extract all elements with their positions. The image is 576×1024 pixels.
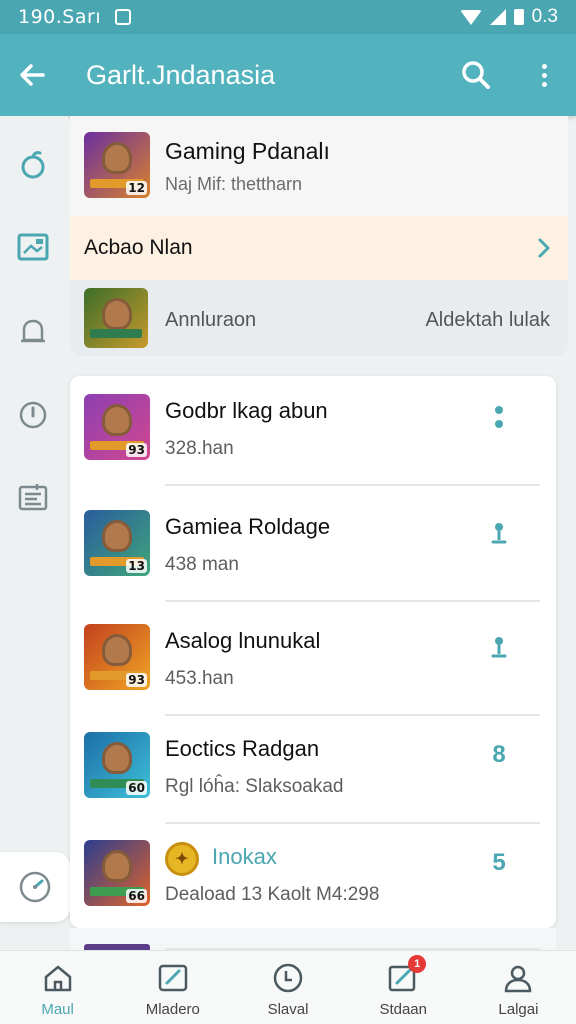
list-item-thumbnail: 13 — [84, 510, 150, 576]
annotation-right-label: Aldektah lulak — [425, 309, 550, 331]
list-item-thumbnail: 93 — [84, 394, 150, 460]
list-item[interactable]: 13 Gamiea Roldage 438 man — [70, 492, 556, 602]
annotation-label: Annluraon — [165, 309, 257, 331]
image-card-icon — [17, 233, 49, 261]
divider — [165, 484, 540, 486]
signal-icon — [489, 9, 506, 25]
pin-icon — [491, 523, 507, 544]
nav-item-home[interactable]: Maul — [0, 951, 115, 1024]
more-vert-icon — [541, 63, 547, 69]
list-item-thumbnail: 93 — [84, 624, 150, 690]
list-item[interactable]: 60 Eoctics Radgan Rgl lóĥa: Slaksoakad 8 — [70, 714, 556, 824]
status-right-text: 0.3 — [531, 6, 558, 27]
count-indicator[interactable]: 5 — [484, 848, 514, 878]
page-title: Garlt.Jndanasia — [86, 59, 276, 90]
back-button[interactable] — [0, 34, 64, 116]
nav-label: Slaval — [267, 1001, 309, 1018]
featured-title: Gaming Pdanalı — [165, 138, 330, 164]
status-bar: 190.Sarı 0.3 — [0, 0, 576, 34]
coin-icon: ✦ — [165, 842, 199, 876]
featured-row[interactable]: 12 Gaming Pdanalı Naj Mif: thettharn — [70, 116, 568, 216]
pin-button[interactable] — [484, 518, 514, 548]
featured-subtitle: Naj Mif: thettharn — [165, 174, 303, 194]
nav-item-edit[interactable]: Mladero — [115, 951, 230, 1024]
list-item-title[interactable]: Inokax — [212, 844, 277, 870]
featured-card: 12 Gaming Pdanalı Naj Mif: thettharn Acb… — [70, 116, 568, 356]
rail-item-bell[interactable] — [10, 308, 56, 354]
checklist-icon — [18, 484, 48, 511]
list-item-subtitle: Rgl lóĥa: Slaksoakad — [165, 776, 344, 797]
rail-item-clock[interactable] — [10, 392, 56, 438]
app-bar: Garlt.Jndanasia — [0, 34, 576, 116]
home-icon — [44, 965, 71, 992]
action-row[interactable]: Acbao Nlan — [70, 216, 568, 280]
rail-item-apple[interactable] — [10, 142, 56, 188]
list-item-title: Eoctics Radgan — [165, 736, 320, 761]
annotation-thumbnail — [84, 288, 148, 348]
battery-icon — [513, 9, 524, 25]
divider — [165, 600, 540, 602]
nav-label: Stdaan — [379, 1001, 427, 1018]
list-peek — [70, 928, 556, 950]
list-item-subtitle: Deaload 13 Kaolt M4:298 — [165, 884, 380, 905]
status-indicators: 0.3 — [459, 6, 558, 28]
game-list: 93 Godbr lkag abun 328.han 13 Gamiea Rol… — [70, 376, 556, 928]
featured-thumb-badge: 12 — [126, 181, 147, 195]
gauge-button[interactable] — [0, 852, 70, 922]
wifi-icon — [459, 9, 482, 25]
clock-icon — [19, 401, 47, 429]
apple-icon — [21, 151, 45, 179]
back-arrow-icon — [20, 64, 45, 86]
thumb-badge: 66 — [126, 889, 147, 903]
search-button[interactable] — [452, 51, 500, 99]
rail-item-checklist[interactable] — [10, 474, 56, 520]
count-indicator[interactable]: 8 — [484, 740, 514, 770]
bell-icon — [21, 319, 45, 343]
edit-square-icon — [158, 964, 188, 992]
list-item-thumbnail: 66 — [84, 840, 150, 906]
notification-badge: 1 — [408, 955, 427, 973]
nav-item-clock[interactable]: Slaval — [230, 951, 345, 1024]
search-icon — [462, 61, 490, 89]
action-row-label: Acbao Nlan — [84, 236, 193, 259]
side-rail — [0, 116, 68, 950]
thumb-badge: 13 — [126, 559, 147, 573]
annotation-row[interactable]: Annluraon Aldektah lulak — [70, 280, 568, 356]
status-time: 190.Sarı — [18, 6, 102, 28]
thumb-badge: 93 — [126, 673, 147, 687]
nav-item-profile[interactable]: Lalgai — [461, 951, 576, 1024]
list-item[interactable]: 93 Godbr lkag abun 328.han — [70, 376, 556, 486]
pin-button[interactable] — [484, 632, 514, 662]
nav-label: Mladero — [145, 1001, 200, 1018]
bottom-nav: Maul Mladero Slaval 1 Stdaan Lalgai — [0, 950, 576, 1024]
thumb-badge: 60 — [126, 781, 147, 795]
list-item[interactable]: 66 ✦ Inokax Deaload 13 Kaolt M4:298 5 — [70, 822, 556, 928]
list-item-thumbnail: 60 — [84, 732, 150, 798]
nav-item-compose[interactable]: 1 Stdaan — [346, 951, 461, 1024]
app-notification-icon — [115, 9, 132, 25]
list-item-title: Godbr lkag abun — [165, 398, 328, 423]
list-item-subtitle: 328.han — [165, 438, 234, 459]
list-item-title: Gamiea Roldage — [165, 514, 331, 539]
more-options-button[interactable] — [524, 51, 564, 99]
thumb-badge: 93 — [126, 443, 147, 457]
gauge-icon — [19, 871, 51, 903]
featured-thumbnail: 12 — [84, 132, 150, 198]
dots-icon — [495, 406, 503, 414]
list-item-title: Asalog lnunukal — [165, 628, 321, 653]
list-item-subtitle: 438 man — [165, 554, 239, 575]
rail-item-image[interactable] — [10, 224, 56, 270]
list-item-subtitle: 453.han — [165, 668, 234, 689]
nav-label: Lalgai — [498, 1001, 539, 1018]
nav-label: Maul — [41, 1001, 74, 1018]
person-icon — [505, 965, 532, 993]
clock-icon — [273, 963, 303, 993]
chevron-right-icon — [538, 238, 550, 258]
more-dots-button[interactable] — [484, 402, 514, 432]
list-item[interactable]: 93 Asalog lnunukal 453.han — [70, 606, 556, 716]
pin-icon — [491, 637, 507, 658]
